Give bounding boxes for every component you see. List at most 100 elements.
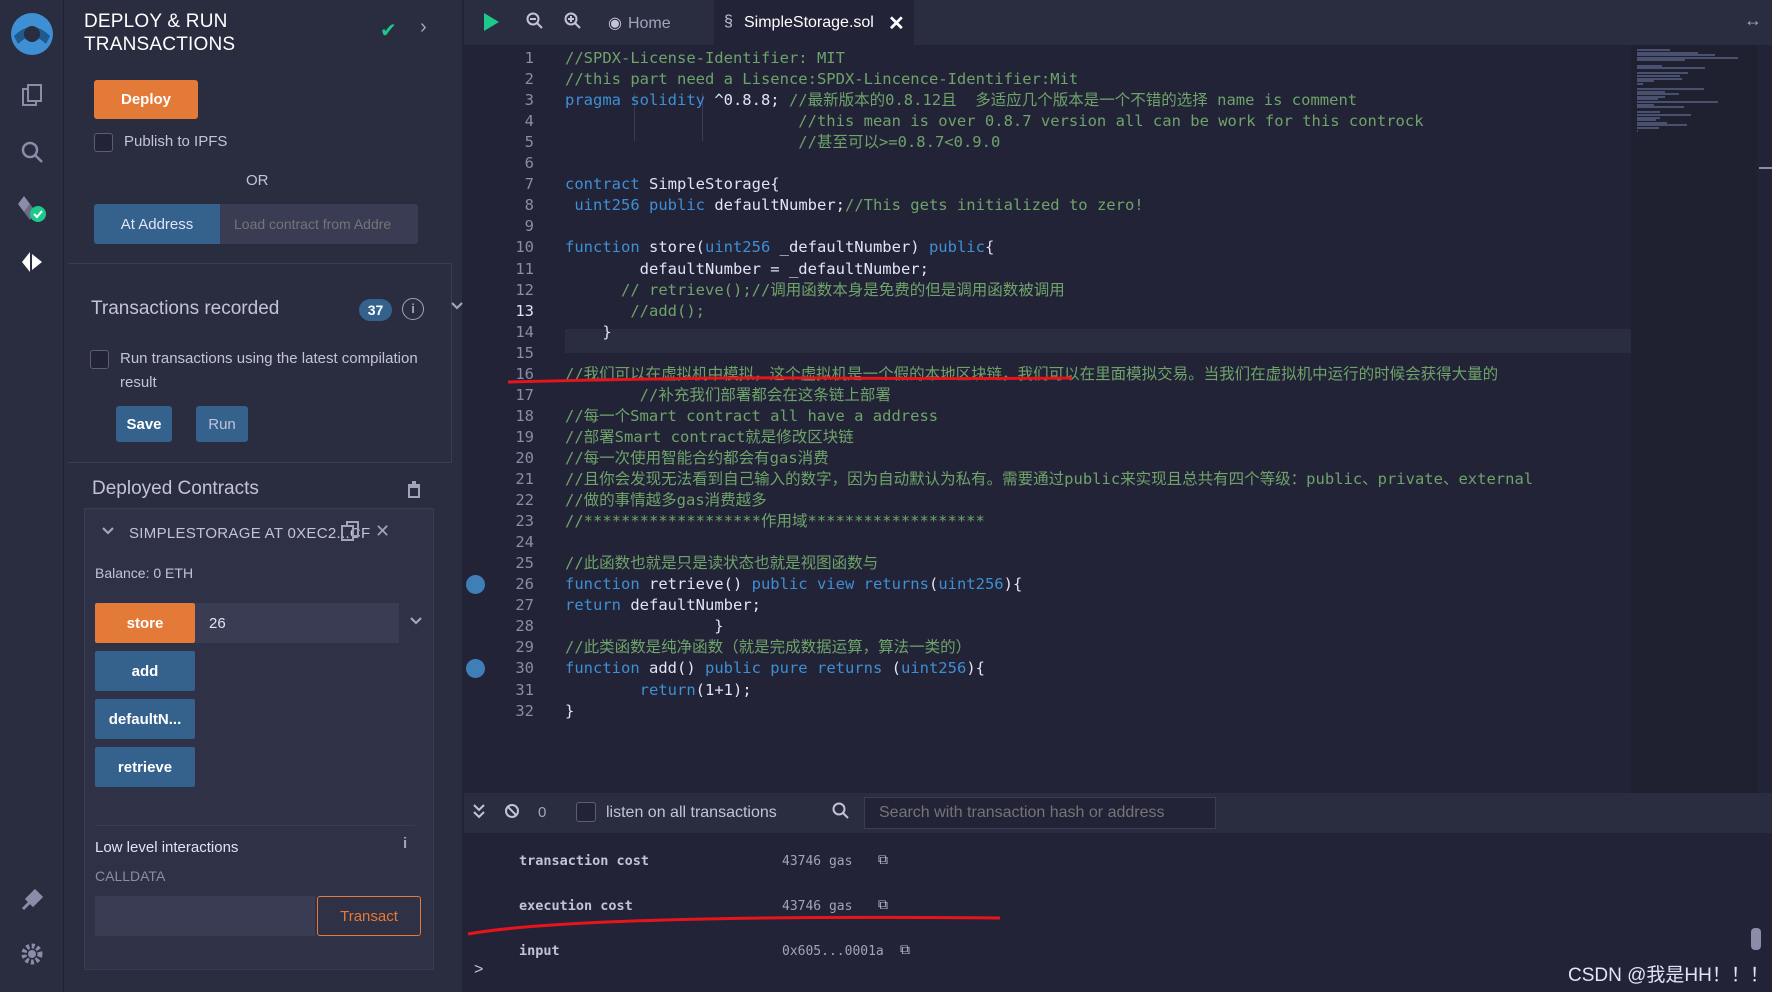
code-line[interactable]: 21 //且你会发现无法看到自己输入的数字，因为自动默认为私有。需要通过publi…	[464, 468, 1631, 492]
code-line[interactable]: 29 //此类函数是纯净函数（就是完成数据运算，算法一类的）	[464, 636, 1631, 660]
run-button[interactable]: Run	[196, 406, 248, 442]
line-number[interactable]: 13	[464, 300, 534, 324]
code-line[interactable]: 4 //this mean is over 0.8.7 version all …	[464, 110, 1631, 134]
transact-button[interactable]: Transact	[317, 896, 421, 936]
code-line[interactable]: 22 //做的事情越多gas消费越多	[464, 489, 1631, 513]
code-editor[interactable]: 1 //SPDX-License-Identifier: MIT 2 //this p…	[464, 45, 1631, 793]
scrollbar-thumb[interactable]	[1759, 167, 1772, 169]
plugin-manager-icon[interactable]	[14, 882, 50, 918]
settings-icon[interactable]	[14, 936, 50, 972]
line-number[interactable]: 17	[464, 384, 534, 408]
line-number[interactable]: 25	[464, 552, 534, 576]
copy-icon[interactable]: ⧉	[878, 896, 888, 913]
transaction-search-input[interactable]	[864, 797, 1216, 829]
chevron-down-icon[interactable]	[101, 523, 115, 539]
store-function-button[interactable]: store	[95, 603, 195, 643]
double-chevron-down-icon[interactable]	[472, 803, 486, 824]
line-number[interactable]: 2	[464, 68, 534, 92]
expand-icon[interactable]: ↔	[1744, 10, 1762, 31]
line-number[interactable]: 10	[464, 236, 534, 260]
code-line[interactable]: 26 function retrieve() public view return…	[464, 573, 1631, 597]
code-line[interactable]: 32}	[464, 700, 1631, 724]
code-line[interactable]: 6	[464, 152, 1631, 176]
code-line[interactable]: 10 function store(uint256 _defaultNumber)…	[464, 236, 1631, 260]
line-number[interactable]: 14	[464, 321, 534, 345]
info-icon[interactable]: i	[402, 298, 424, 320]
code-line[interactable]: 18 //每一个Smart contract all have a address	[464, 405, 1631, 429]
line-number[interactable]: 18	[464, 405, 534, 429]
deploy-run-icon[interactable]	[14, 244, 50, 280]
code-line[interactable]: 15	[464, 342, 1631, 366]
copy-icon[interactable]	[341, 521, 359, 546]
copy-icon[interactable]: ⧉	[900, 941, 910, 958]
code-line[interactable]: 27 return defaultNumber;	[464, 594, 1631, 618]
file-explorer-icon[interactable]	[14, 78, 50, 114]
code-line[interactable]: 9	[464, 215, 1631, 239]
calldata-input[interactable]	[95, 896, 315, 936]
code-line[interactable]: 11 defaultNumber = _defaultNumber;	[464, 258, 1631, 282]
code-line[interactable]: 17 //补充我们部署都会在这条链上部署	[464, 384, 1631, 408]
code-line[interactable]: 24	[464, 531, 1631, 555]
run-icon[interactable]	[482, 12, 500, 38]
line-number[interactable]: 4	[464, 110, 534, 134]
code-line[interactable]: 13 //add();	[464, 300, 1631, 324]
line-number[interactable]: 20	[464, 447, 534, 471]
code-line[interactable]: 7 contract SimpleStorage{	[464, 173, 1631, 197]
line-number[interactable]: 32	[464, 700, 534, 724]
tab-simplestorage[interactable]: § SimpleStorage.sol ✕	[714, 0, 914, 45]
chevron-down-icon[interactable]	[450, 298, 464, 314]
line-number[interactable]: 7	[464, 173, 534, 197]
close-icon[interactable]: ✕	[375, 521, 390, 542]
tab-home[interactable]: ◉ Home	[608, 13, 671, 33]
terminal-scrollbar[interactable]	[1751, 928, 1761, 950]
search-icon[interactable]	[14, 134, 50, 170]
code-line[interactable]: 5 //甚至可以>=0.8.7<0.9.0	[464, 131, 1631, 155]
line-number[interactable]: 22	[464, 489, 534, 513]
code-line[interactable]: 30 function add() public pure returns (ui…	[464, 657, 1631, 681]
terminal-prompt[interactable]: >	[474, 961, 483, 979]
editor-scrollbar[interactable]	[1757, 45, 1772, 793]
code-line[interactable]: 14 }	[464, 321, 1631, 345]
load-contract-input[interactable]	[220, 204, 418, 244]
save-button[interactable]: Save	[116, 406, 172, 442]
line-number[interactable]: 6	[464, 152, 534, 176]
publish-ipfs-checkbox[interactable]	[94, 133, 113, 152]
code-line[interactable]: 20 //每一次使用智能合约都会有gas消费	[464, 447, 1631, 471]
code-line[interactable]: 19 //部署Smart contract就是修改区块链	[464, 426, 1631, 450]
run-latest-checkbox[interactable]	[90, 350, 109, 369]
at-address-button[interactable]: At Address	[94, 204, 220, 244]
code-line[interactable]: 12 // retrieve();//调用函数本身是免费的但是调用函数被调用	[464, 279, 1631, 303]
line-number[interactable]: 21	[464, 468, 534, 492]
close-icon[interactable]: ✕	[888, 11, 905, 36]
code-line[interactable]: 25 //此函数也就是只是读状态也就是视图函数与	[464, 552, 1631, 576]
line-number[interactable]: 15	[464, 342, 534, 366]
solidity-compiler-icon[interactable]	[14, 190, 50, 226]
minimap[interactable]	[1631, 45, 1757, 793]
line-number[interactable]: 9	[464, 215, 534, 239]
trash-icon[interactable]	[406, 480, 422, 503]
line-number[interactable]: 24	[464, 531, 534, 555]
line-number[interactable]: 27	[464, 594, 534, 618]
listen-all-checkbox[interactable]	[576, 802, 596, 822]
line-number[interactable]: 8	[464, 194, 534, 218]
code-line[interactable]: 31 return(1+1);	[464, 679, 1631, 703]
line-number[interactable]: 23	[464, 510, 534, 534]
add-function-button[interactable]: add	[95, 651, 195, 691]
line-number[interactable]: 16	[464, 363, 534, 387]
code-line[interactable]: 23 //*******************作用域**************…	[464, 510, 1631, 534]
line-number[interactable]: 19	[464, 426, 534, 450]
line-number[interactable]: 5	[464, 131, 534, 155]
default-number-function-button[interactable]: defaultN...	[95, 699, 195, 739]
zoom-in-icon[interactable]	[564, 12, 582, 36]
line-number[interactable]: 31	[464, 679, 534, 703]
store-input[interactable]	[195, 603, 399, 643]
retrieve-function-button[interactable]: retrieve	[95, 747, 195, 787]
code-line[interactable]: 8 uint256 public defaultNumber;//This ge…	[464, 194, 1631, 218]
line-number[interactable]: 12	[464, 279, 534, 303]
clear-console-icon[interactable]	[504, 803, 520, 824]
line-number[interactable]: 1	[464, 47, 534, 71]
chevron-down-icon[interactable]	[409, 613, 423, 629]
line-number[interactable]: 3	[464, 89, 534, 113]
code-line[interactable]: 28 }	[464, 615, 1631, 639]
line-number[interactable]: 11	[464, 258, 534, 282]
